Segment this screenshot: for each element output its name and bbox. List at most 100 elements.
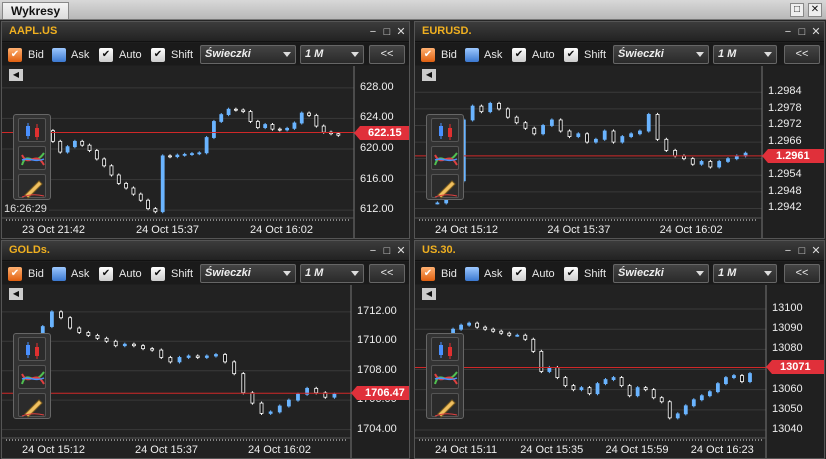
drawing-pencil-icon[interactable]: [18, 174, 46, 199]
time-axis-dot: [255, 219, 256, 221]
candle-body: [182, 153, 187, 156]
chart-area[interactable]: 628.00 624.00 620.00 616.00 612.00 23 Oct 21:…: [2, 66, 409, 238]
indicators-tool-icon[interactable]: [431, 365, 459, 389]
time-axis-dot: [428, 219, 429, 221]
time-axis-dot: [668, 439, 669, 441]
scroll-left-icon[interactable]: ◀: [9, 69, 23, 81]
time-axis-dot: [54, 439, 55, 441]
panel-close-icon[interactable]: ✕: [395, 245, 407, 257]
time-axis-dot: [297, 219, 298, 221]
back-button[interactable]: <<: [784, 264, 820, 283]
candlestick-chart[interactable]: [415, 285, 824, 458]
time-axis-dot: [288, 439, 289, 441]
chart-area[interactable]: 1.29841.29781.29721.29661.29601.29541.29…: [415, 66, 824, 238]
drawing-pencil-icon[interactable]: [18, 393, 46, 418]
panel-restore-icon[interactable]: □: [381, 26, 393, 38]
time-axis-dot: [662, 439, 663, 441]
panel-close-icon[interactable]: ✕: [810, 26, 822, 38]
chart-type-select[interactable]: Świeczki: [200, 45, 296, 64]
time-axis-dot: [27, 219, 28, 221]
indicators-tool-icon[interactable]: [431, 146, 459, 170]
shift-checkbox[interactable]: ✔: [564, 267, 578, 281]
time-axis-dot: [282, 439, 283, 441]
candlestick-chart[interactable]: [2, 66, 409, 238]
candles-tool-icon[interactable]: [18, 337, 46, 361]
drawing-pencil-icon[interactable]: [431, 393, 459, 418]
shift-checkbox[interactable]: ✔: [151, 48, 165, 62]
candles-tool-icon[interactable]: [18, 118, 46, 142]
candles-tool-icon[interactable]: [431, 337, 459, 361]
back-button[interactable]: <<: [369, 45, 405, 64]
shift-label: Shift: [171, 49, 194, 61]
chart-area[interactable]: 1712.001710.001708.001706.001704.0024 Oc…: [2, 285, 409, 458]
plot-background: [2, 285, 351, 458]
ask-checkbox[interactable]: [465, 48, 479, 62]
chart-type-select[interactable]: Świeczki: [200, 264, 296, 283]
scroll-left-icon[interactable]: ◀: [422, 288, 436, 300]
candles-tool-icon[interactable]: [431, 118, 459, 142]
time-axis-dot: [437, 439, 438, 441]
window-titlebar: Wykresy □ ✕: [0, 0, 826, 20]
time-axis-dot: [737, 439, 738, 441]
panel-minimize-icon[interactable]: −: [367, 245, 379, 257]
bid-label: Bid: [28, 268, 44, 280]
time-axis-dot: [464, 439, 465, 441]
back-button[interactable]: <<: [369, 264, 405, 283]
chart-type-select[interactable]: Świeczki: [613, 264, 709, 283]
time-axis-dot: [467, 439, 468, 441]
auto-checkbox[interactable]: ✔: [99, 48, 113, 62]
time-axis-dot: [518, 439, 519, 441]
panel-minimize-icon[interactable]: −: [782, 245, 794, 257]
candle-body: [223, 354, 227, 363]
auto-checkbox[interactable]: ✔: [99, 267, 113, 281]
auto-checkbox[interactable]: ✔: [512, 267, 526, 281]
scroll-left-icon[interactable]: ◀: [9, 288, 23, 300]
time-axis-dot: [566, 439, 567, 441]
scroll-left-icon[interactable]: ◀: [422, 69, 436, 81]
bid-checkbox[interactable]: ✔: [8, 267, 22, 281]
indicators-tool-icon[interactable]: [18, 146, 46, 170]
bid-checkbox[interactable]: ✔: [421, 48, 435, 62]
shift-checkbox[interactable]: ✔: [151, 267, 165, 281]
chart-area[interactable]: 1310013090130801307013060130501304024 Oc…: [415, 285, 824, 458]
indicators-tool-icon[interactable]: [18, 365, 46, 389]
candle-body: [726, 158, 730, 162]
time-axis-dot: [440, 219, 441, 221]
panel-restore-icon[interactable]: □: [796, 245, 808, 257]
candle-body: [50, 311, 54, 327]
window-restore-icon[interactable]: □: [790, 3, 804, 17]
interval-select[interactable]: 1 M: [300, 264, 364, 283]
time-axis-dot: [27, 439, 28, 441]
ask-checkbox[interactable]: [465, 267, 479, 281]
time-axis-dot: [491, 219, 492, 221]
panel-minimize-icon[interactable]: −: [367, 26, 379, 38]
ask-checkbox[interactable]: [52, 267, 66, 281]
y-tick-label: 1.2984: [768, 85, 802, 98]
window-close-icon[interactable]: ✕: [808, 3, 822, 17]
candle-body: [195, 355, 200, 358]
window-title-tab[interactable]: Wykresy: [2, 2, 70, 19]
interval-select[interactable]: 1 M: [713, 264, 777, 283]
time-axis-dot: [653, 439, 654, 441]
back-button[interactable]: <<: [784, 45, 820, 64]
bid-checkbox[interactable]: ✔: [8, 48, 22, 62]
candle-body: [627, 385, 632, 397]
candlestick-chart[interactable]: [2, 285, 409, 458]
time-axis-dot: [521, 439, 522, 441]
interval-select[interactable]: 1 M: [713, 45, 777, 64]
interval-select[interactable]: 1 M: [300, 45, 364, 64]
bid-checkbox[interactable]: ✔: [421, 267, 435, 281]
time-axis-dot: [569, 219, 570, 221]
time-axis-dot: [569, 439, 570, 441]
ask-checkbox[interactable]: [52, 48, 66, 62]
auto-checkbox[interactable]: ✔: [512, 48, 526, 62]
shift-checkbox[interactable]: ✔: [564, 48, 578, 62]
time-axis-dot: [467, 219, 468, 221]
chart-type-select[interactable]: Świeczki: [613, 45, 709, 64]
panel-close-icon[interactable]: ✕: [395, 26, 407, 38]
drawing-pencil-icon[interactable]: [431, 174, 459, 199]
panel-restore-icon[interactable]: □: [796, 26, 808, 38]
panel-minimize-icon[interactable]: −: [782, 26, 794, 38]
panel-restore-icon[interactable]: □: [381, 245, 393, 257]
panel-close-icon[interactable]: ✕: [810, 245, 822, 257]
